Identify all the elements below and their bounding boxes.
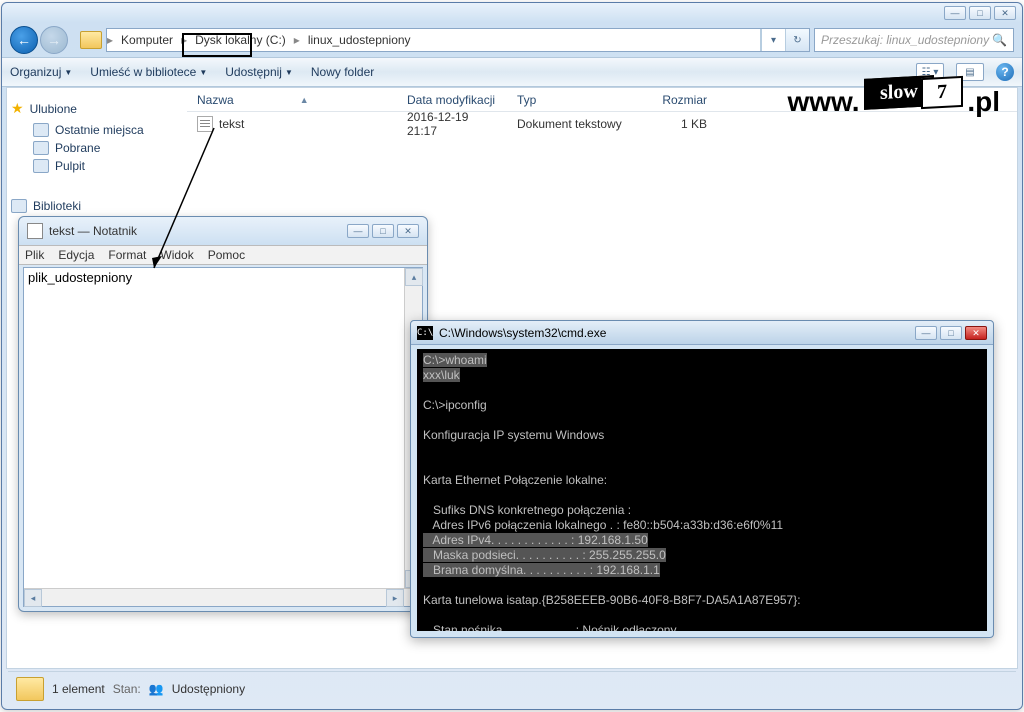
col-type[interactable]: Typ	[507, 93, 637, 107]
explorer-toolbar: Organizuj▼ Umieść w bibliotece▼ Udostępn…	[2, 57, 1022, 87]
notepad-titlebar: tekst — Notatnik — □ ✕	[19, 217, 427, 245]
file-date: 2016-12-19 21:17	[397, 110, 507, 138]
newfolder-button[interactable]: Nowy folder	[311, 65, 374, 79]
col-name[interactable]: Nazwa▲	[187, 93, 397, 107]
menu-format[interactable]: Format	[108, 248, 146, 262]
notepad-minimize-button[interactable]: —	[347, 224, 369, 238]
nav-forward-button[interactable]: →	[40, 26, 68, 54]
notepad-content: plik_udostepniony	[28, 270, 132, 285]
explorer-window-controls: — □ ✕	[944, 6, 1016, 20]
desktop-icon	[33, 159, 49, 173]
notepad-menubar: Plik Edycja Format Widok Pomoc	[19, 245, 427, 265]
cmd-titlebar: C:\ C:\Windows\system32\cmd.exe — □ ✕	[411, 321, 993, 345]
refresh-icon[interactable]: ↻	[785, 29, 809, 51]
view-options-icon[interactable]: ☷ ▾	[916, 63, 944, 81]
file-type: Dokument tekstowy	[507, 117, 637, 131]
notepad-close-button[interactable]: ✕	[397, 224, 419, 238]
sort-indicator-icon: ▲	[300, 95, 309, 105]
address-bar[interactable]: ▸ Komputer ▸ Dysk lokalny (C:) ▸ linux_u…	[106, 28, 810, 52]
star-icon: ★	[11, 100, 24, 117]
menu-help[interactable]: Pomoc	[208, 248, 245, 262]
menu-file[interactable]: Plik	[25, 248, 44, 262]
folder-icon	[80, 31, 102, 49]
textfile-icon	[197, 116, 213, 132]
include-library-button[interactable]: Umieść w bibliotece▼	[90, 65, 207, 79]
status-state-label: Stan:	[113, 682, 141, 696]
cmd-window: C:\ C:\Windows\system32\cmd.exe — □ ✕ C:…	[410, 320, 994, 638]
preview-pane-icon[interactable]: ▤	[956, 63, 984, 81]
scroll-up-icon[interactable]: ▴	[405, 268, 423, 286]
search-icon[interactable]: 🔍	[992, 33, 1007, 47]
cmd-console[interactable]: C:\>whoami xxx\luk C:\>ipconfig Konfigur…	[417, 349, 987, 631]
explorer-navrow: ← → ▸ Komputer ▸ Dysk lokalny (C:) ▸ lin…	[2, 23, 1022, 57]
breadcrumb-0[interactable]: Komputer	[113, 33, 181, 47]
scroll-left-icon[interactable]: ◂	[24, 589, 42, 607]
col-date[interactable]: Data modyfikacji	[397, 93, 507, 107]
file-name: tekst	[219, 117, 244, 131]
file-row-0[interactable]: tekst 2016-12-19 21:17 Dokument tekstowy…	[187, 112, 1017, 136]
status-count: 1 element	[52, 682, 105, 696]
notepad-app-icon	[27, 223, 43, 239]
notepad-window: tekst — Notatnik — □ ✕ Plik Edycja Forma…	[18, 216, 428, 612]
cmd-app-icon: C:\	[417, 326, 433, 340]
cmd-close-button[interactable]: ✕	[965, 326, 987, 340]
notepad-textarea[interactable]: plik_udostepniony ▴ ▾ ◂ ▸	[23, 267, 423, 607]
sidebar-favorites-header[interactable]: ★Ulubione	[11, 100, 183, 117]
menu-edit[interactable]: Edycja	[58, 248, 94, 262]
cmd-title: C:\Windows\system32\cmd.exe	[439, 326, 606, 340]
cmd-maximize-button[interactable]: □	[940, 326, 962, 340]
breadcrumb-2[interactable]: linux_udostepniony	[300, 33, 419, 47]
nav-back-button[interactable]: ←	[10, 26, 38, 54]
address-dropdown-icon[interactable]: ▾	[761, 29, 785, 51]
menu-view[interactable]: Widok	[160, 248, 193, 262]
sidebar-libraries-header[interactable]: Biblioteki	[11, 199, 183, 213]
cmd-minimize-button[interactable]: —	[915, 326, 937, 340]
close-button[interactable]: ✕	[994, 6, 1016, 20]
file-size: 1 KB	[637, 117, 717, 131]
shared-icon: 👥	[149, 682, 164, 696]
recent-icon	[33, 123, 49, 137]
statusbar-folder-icon	[16, 677, 44, 701]
libraries-icon	[11, 199, 27, 213]
notepad-maximize-button[interactable]: □	[372, 224, 394, 238]
share-button[interactable]: Udostępnij▼	[225, 65, 293, 79]
statusbar: 1 element Stan: 👥 Udostępniony	[8, 671, 1016, 705]
help-icon[interactable]: ?	[996, 63, 1014, 81]
sidebar-item-downloads[interactable]: Pobrane	[11, 139, 183, 157]
downloads-icon	[33, 141, 49, 155]
notepad-scrollbar-h[interactable]: ◂ ▸	[24, 588, 422, 606]
minimize-button[interactable]: —	[944, 6, 966, 20]
maximize-button[interactable]: □	[969, 6, 991, 20]
notepad-title: tekst — Notatnik	[49, 224, 137, 238]
sidebar-item-recent[interactable]: Ostatnie miejsca	[11, 121, 183, 139]
breadcrumb-1[interactable]: Dysk lokalny (C:)	[187, 33, 294, 47]
scroll-right-icon[interactable]: ▸	[386, 589, 404, 607]
column-headers: Nazwa▲ Data modyfikacji Typ Rozmiar	[187, 88, 1017, 112]
status-state-value: Udostępniony	[172, 682, 245, 696]
col-size[interactable]: Rozmiar	[637, 93, 717, 107]
sidebar-item-desktop[interactable]: Pulpit	[11, 157, 183, 175]
explorer-titlebar: — □ ✕	[2, 3, 1022, 23]
search-placeholder: Przeszukaj: linux_udostepniony	[821, 33, 989, 47]
organize-button[interactable]: Organizuj▼	[10, 65, 72, 79]
search-input[interactable]: Przeszukaj: linux_udostepniony 🔍	[814, 28, 1014, 52]
